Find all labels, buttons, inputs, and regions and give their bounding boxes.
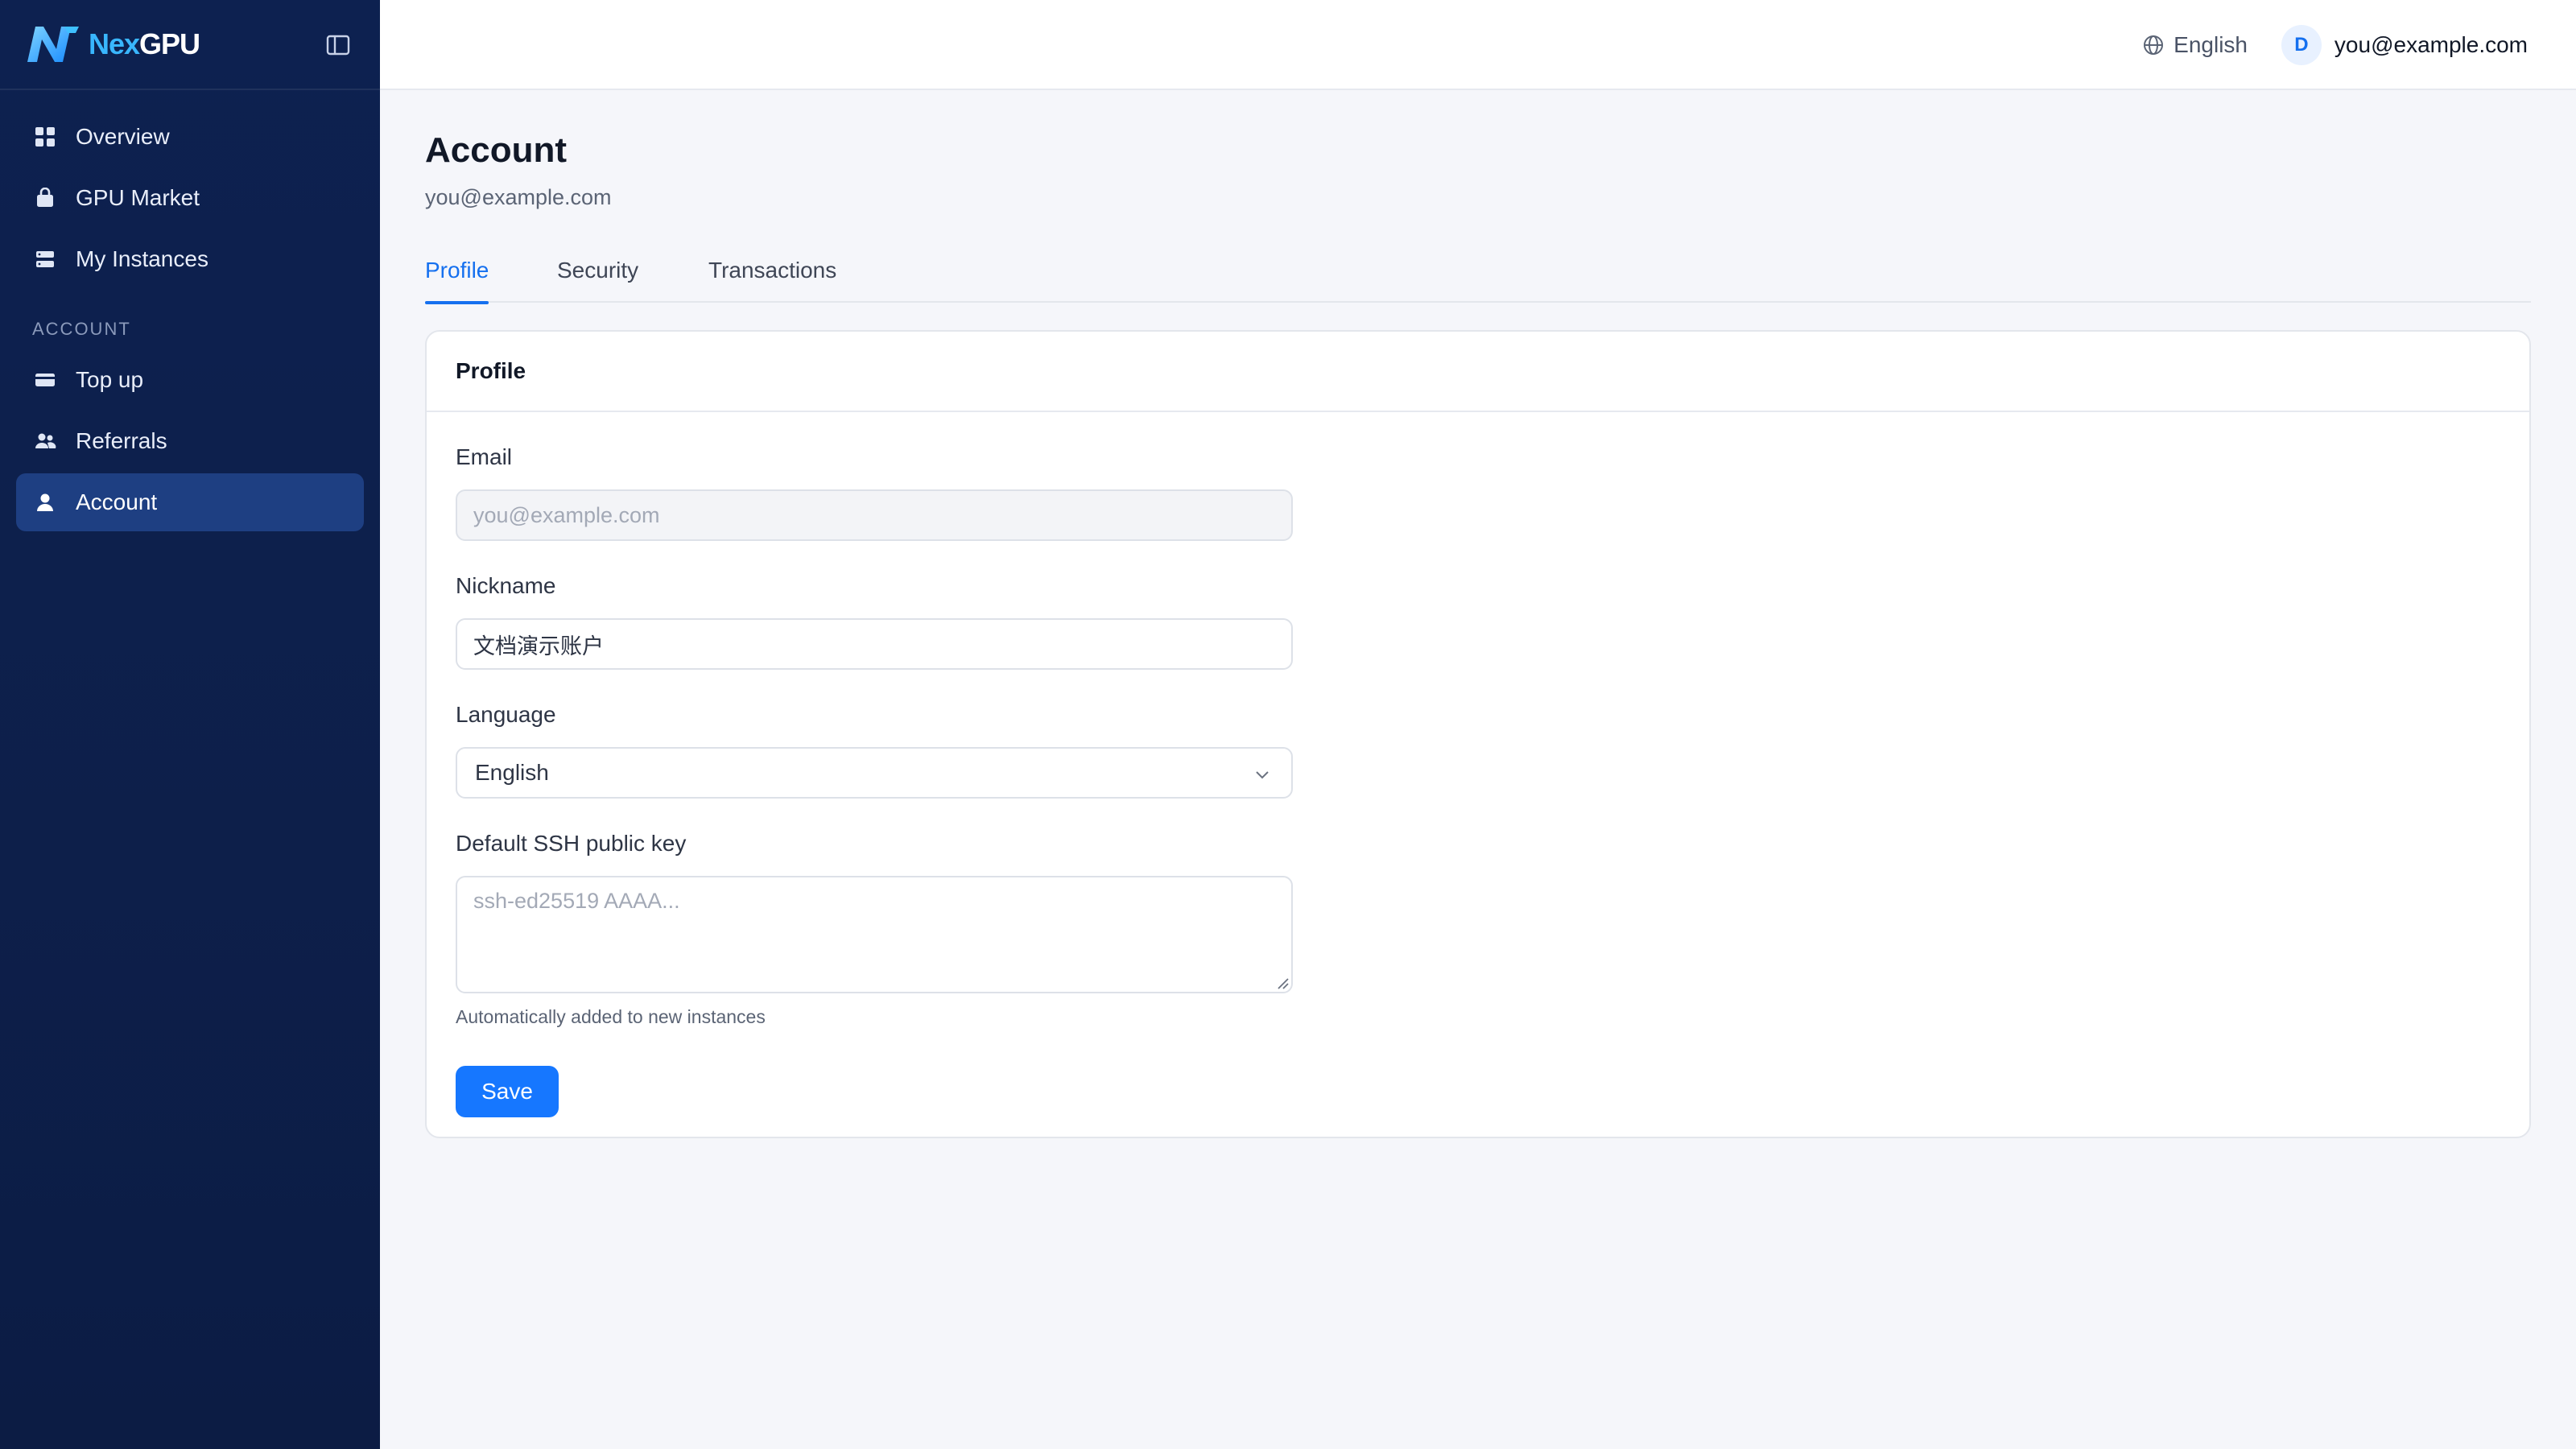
sidebar-item-label: Referrals [76, 428, 167, 453]
app-root: NexGPU Overview GPU Market My Instances … [0, 0, 2576, 1449]
resize-grip-icon[interactable] [1275, 976, 1290, 990]
server-icon [34, 248, 56, 270]
user-email: you@example.com [2334, 32, 2528, 57]
language-select[interactable]: English [456, 747, 1293, 799]
sidebar-item-gpu-market[interactable]: GPU Market [16, 169, 364, 227]
sidebar-item-referrals[interactable]: Referrals [16, 412, 364, 470]
brand-name-part1: Nex [89, 27, 140, 60]
topbar: English D you@example.com [380, 0, 2576, 90]
brand-header: NexGPU [0, 0, 380, 90]
chevron-down-icon [1256, 771, 1269, 779]
sidebar-section-account: ACCOUNT [32, 319, 131, 339]
sidebar-collapse-button[interactable] [324, 31, 353, 60]
ssh-key-hint: Automatically added to new instances [456, 1006, 766, 1027]
page-subtitle: you@example.com [425, 185, 612, 209]
tab-transactions[interactable]: Transactions [708, 248, 836, 303]
sidebar: NexGPU Overview GPU Market My Instances … [0, 0, 380, 1449]
profile-card-title: Profile [427, 332, 2529, 412]
nickname-field[interactable] [456, 618, 1293, 670]
sidebar-item-top-up[interactable]: Top up [16, 351, 364, 409]
profile-card: Profile Email Nickname Language English … [425, 330, 2531, 1138]
email-field [456, 489, 1293, 541]
brand-logo[interactable]: NexGPU [24, 22, 200, 67]
nickname-label: Nickname [456, 573, 556, 598]
sidebar-item-account[interactable]: Account [16, 473, 364, 531]
sidebar-nav: Overview GPU Market My Instances ACCOUNT [0, 90, 380, 531]
language-label: Language [456, 702, 556, 727]
brand-name-part2: GPU [139, 27, 200, 60]
sidebar-item-label: Top up [76, 367, 144, 392]
avatar: D [2281, 25, 2322, 65]
card-icon [34, 369, 56, 391]
tab-profile[interactable]: Profile [425, 248, 489, 304]
sidebar-item-my-instances[interactable]: My Instances [16, 230, 364, 288]
page-title: Account [425, 130, 567, 170]
account-tabs: Profile Security Transactions [425, 248, 2531, 304]
user-menu[interactable]: D you@example.com [2281, 24, 2528, 66]
sidebar-item-label: Account [76, 489, 158, 514]
language-select-value: English [475, 760, 549, 785]
sidebar-item-label: Overview [76, 124, 170, 149]
language-switcher[interactable]: English [2143, 29, 2248, 61]
globe-icon [2144, 35, 2164, 55]
ssh-key-textarea[interactable] [456, 876, 1293, 993]
users-icon [34, 430, 56, 452]
tab-security[interactable]: Security [557, 248, 638, 303]
nexgpu-logo-icon [27, 27, 79, 62]
email-label: Email [456, 444, 513, 469]
bag-icon [34, 187, 56, 209]
save-button[interactable]: Save [456, 1066, 559, 1117]
user-icon [34, 491, 56, 514]
brand-name: NexGPU [89, 27, 200, 61]
ssh-key-label: Default SSH public key [456, 831, 687, 856]
sidebar-item-label: GPU Market [76, 185, 200, 210]
language-switcher-label: English [2174, 32, 2248, 57]
sidebar-item-label: My Instances [76, 246, 208, 271]
grid-icon [34, 126, 56, 148]
sidebar-toggle-icon [326, 35, 350, 56]
sidebar-item-overview[interactable]: Overview [16, 108, 364, 166]
